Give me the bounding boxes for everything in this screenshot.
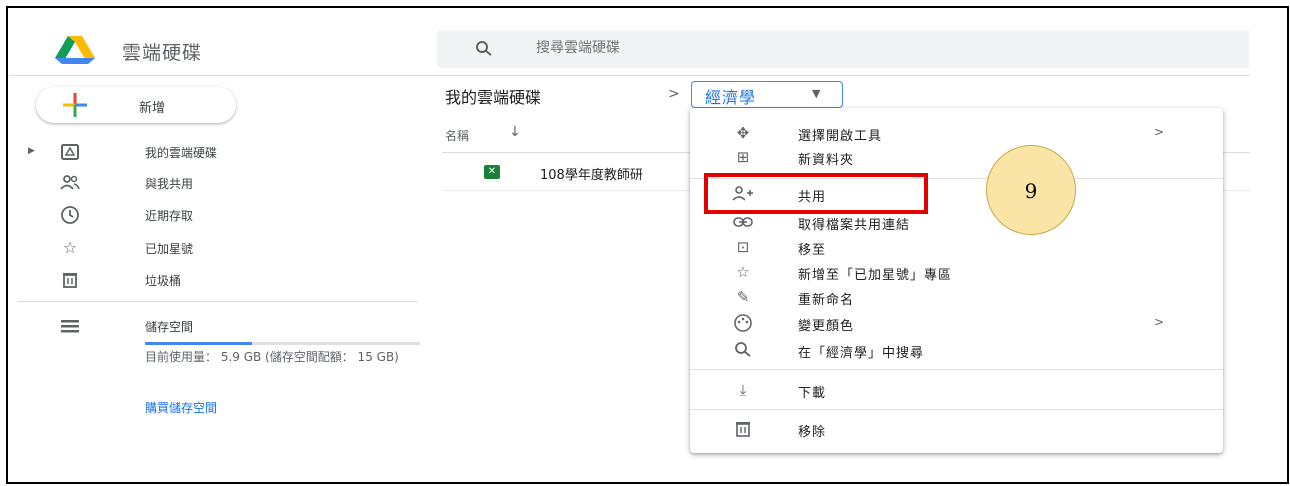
menu-item-open-with[interactable]: ✥ 選擇開啟工具 > (690, 121, 1223, 145)
context-menu: ✥ 選擇開啟工具 > ⊞ 新資料夾 共用 取得檔案共用連結 ⊡ 移至 ☆ 新增至… (690, 108, 1223, 453)
storage-usage-text: 目前使用量： 5.9 GB (儲存空間配額： 15 GB) (145, 350, 399, 364)
buy-storage-link[interactable]: 購買儲存空間 (145, 399, 217, 416)
trash-icon (732, 419, 754, 439)
search-icon[interactable] (475, 40, 493, 58)
menu-divider (690, 369, 1223, 370)
storage-usage-fill (145, 342, 252, 345)
menu-item-label: 移至 (798, 243, 827, 258)
menu-item-rename[interactable]: ✎ 重新命名 (690, 285, 1223, 309)
sort-arrow-icon[interactable]: ↓ (509, 124, 521, 140)
breadcrumb-current-folder[interactable]: 經濟學 ▼ (691, 81, 843, 108)
shared-people-icon (60, 173, 80, 193)
download-icon: ⤓ (739, 381, 747, 399)
chevron-right-icon: > (1154, 315, 1165, 329)
sheet-icon: ✕ (484, 165, 500, 179)
storage-label: 儲存空間 (145, 320, 194, 334)
plus-icon (63, 93, 87, 117)
menu-item-search-in-folder[interactable]: 在「經濟學」中搜尋 (690, 338, 1223, 362)
column-header-name[interactable]: 名稱 (445, 127, 469, 144)
header-divider (10, 75, 1250, 76)
menu-item-label: 移除 (798, 425, 827, 440)
menu-item-add-star[interactable]: ☆ 新增至「已加星號」專區 (690, 260, 1223, 284)
sidebar-item-label: 垃圾桶 (145, 274, 182, 288)
chevron-right-icon: > (1154, 125, 1165, 139)
menu-item-label: 選擇開啟工具 (798, 129, 883, 144)
breadcrumb-current-label: 經濟學 (705, 88, 757, 107)
sidebar-item-recent[interactable]: 近期存取 (10, 199, 430, 231)
sidebar-item-starred[interactable]: ☆ 已加星號 (10, 232, 430, 264)
sidebar-item-label: 與我共用 (145, 177, 194, 191)
menu-item-label: 變更顏色 (798, 319, 855, 334)
sidebar-item-label: 已加星號 (145, 242, 194, 256)
new-folder-icon: ⊞ (736, 148, 750, 166)
menu-item-change-color[interactable]: 變更顏色 > (690, 311, 1223, 335)
menu-item-label: 在「經濟學」中搜尋 (798, 346, 925, 361)
sidebar-item-label: 我的雲端硬碟 (145, 146, 218, 160)
storage-list-icon (60, 316, 80, 336)
menu-item-remove[interactable]: 移除 (690, 417, 1223, 441)
expand-arrow-icon[interactable]: ▶ (28, 146, 35, 156)
clock-icon (60, 205, 80, 225)
sidebar-item-my-drive[interactable]: ▶ 我的雲端硬碟 (10, 136, 430, 168)
star-icon: ☆ (62, 238, 78, 257)
breadcrumb-separator: > (668, 86, 680, 102)
star-icon: ☆ (736, 263, 750, 281)
file-name[interactable]: 108學年度教師研 (540, 164, 690, 183)
menu-item-new-folder[interactable]: ⊞ 新資料夾 (690, 145, 1223, 169)
sidebar-item-trash[interactable]: 垃圾桶 (10, 264, 430, 296)
drive-icon (60, 142, 80, 162)
menu-item-label: 下載 (798, 386, 827, 401)
app-title: 雲端硬碟 (122, 42, 203, 64)
sidebar-item-label: 近期存取 (145, 209, 194, 223)
search-input[interactable] (536, 40, 836, 56)
menu-divider (690, 409, 1223, 410)
search-icon (732, 340, 754, 360)
sidebar-divider (18, 301, 418, 302)
highlight-share-box (704, 173, 928, 214)
open-with-icon: ✥ (736, 124, 750, 142)
google-drive-logo[interactable] (55, 36, 95, 64)
step-number-badge: 9 (986, 145, 1076, 235)
menu-item-move-to[interactable]: ⊡ 移至 (690, 235, 1223, 259)
palette-icon (732, 313, 754, 333)
caret-down-icon: ▼ (812, 87, 821, 100)
link-icon (732, 212, 754, 232)
menu-item-label: 重新命名 (798, 293, 855, 308)
menu-item-label: 新增至「已加星號」專區 (798, 268, 953, 283)
menu-item-download[interactable]: ⤓ 下載 (690, 378, 1223, 402)
move-to-icon: ⊡ (736, 238, 750, 256)
breadcrumb-my-drive[interactable]: 我的雲端硬碟 (445, 84, 541, 108)
menu-item-label: 新資料夾 (798, 153, 855, 168)
menu-item-label: 取得檔案共用連結 (798, 218, 911, 233)
pencil-icon: ✎ (736, 288, 750, 306)
trash-icon (60, 270, 80, 290)
sidebar-item-shared-with-me[interactable]: 與我共用 (10, 167, 430, 199)
sidebar-item-storage[interactable]: 儲存空間 (10, 310, 430, 342)
new-button-label: 新增 (139, 101, 166, 116)
